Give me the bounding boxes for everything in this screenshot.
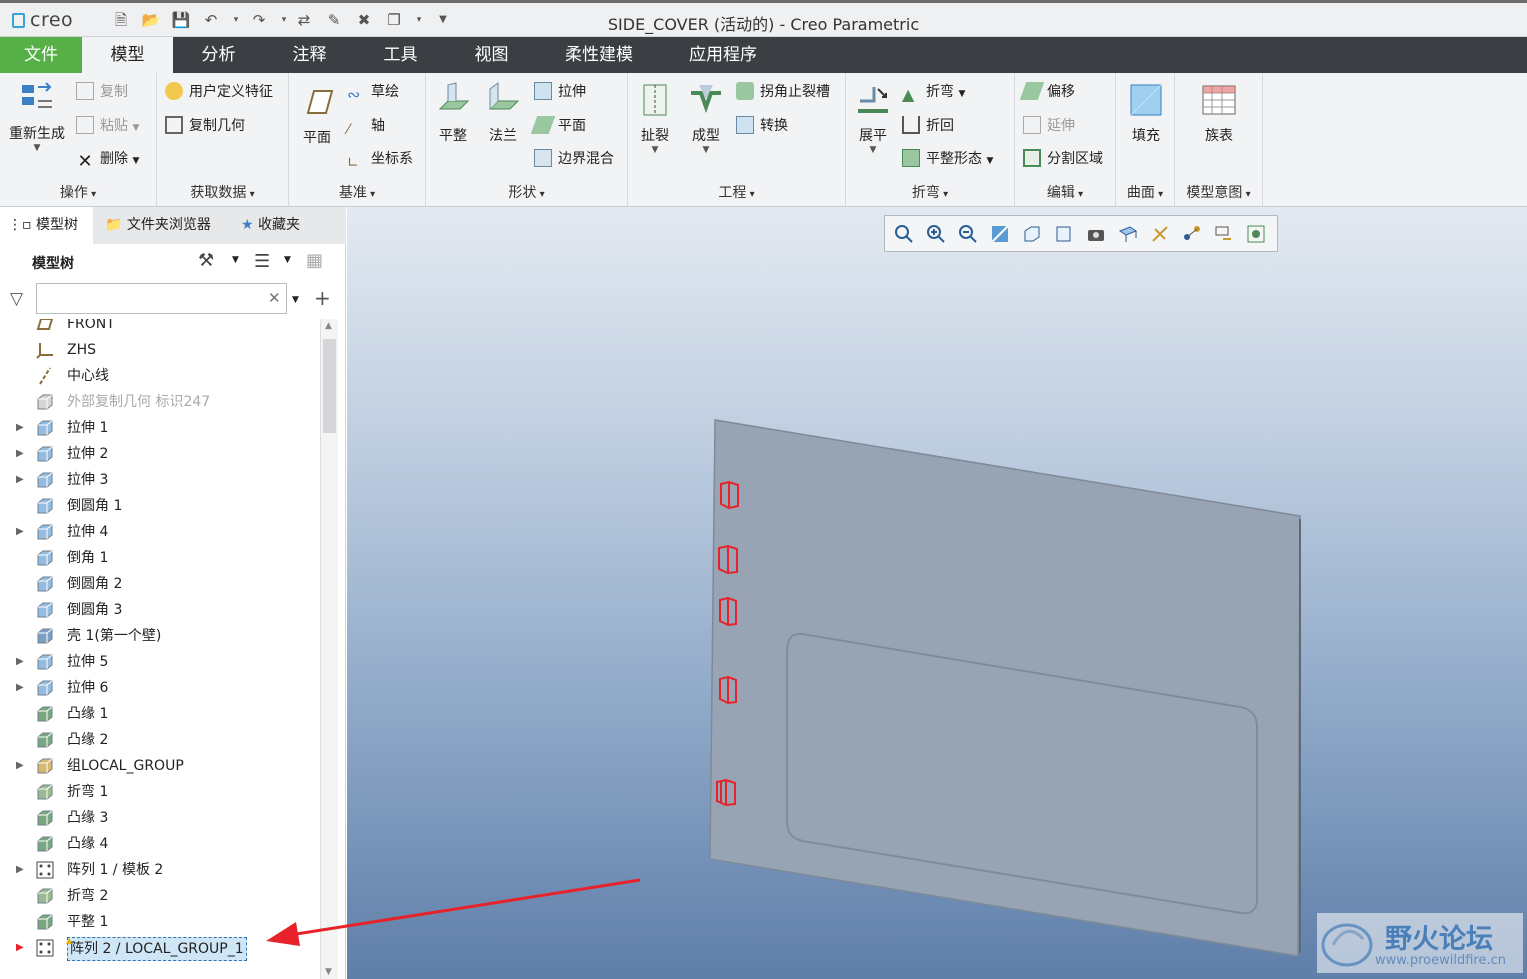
annotation-arrow [266,878,641,946]
